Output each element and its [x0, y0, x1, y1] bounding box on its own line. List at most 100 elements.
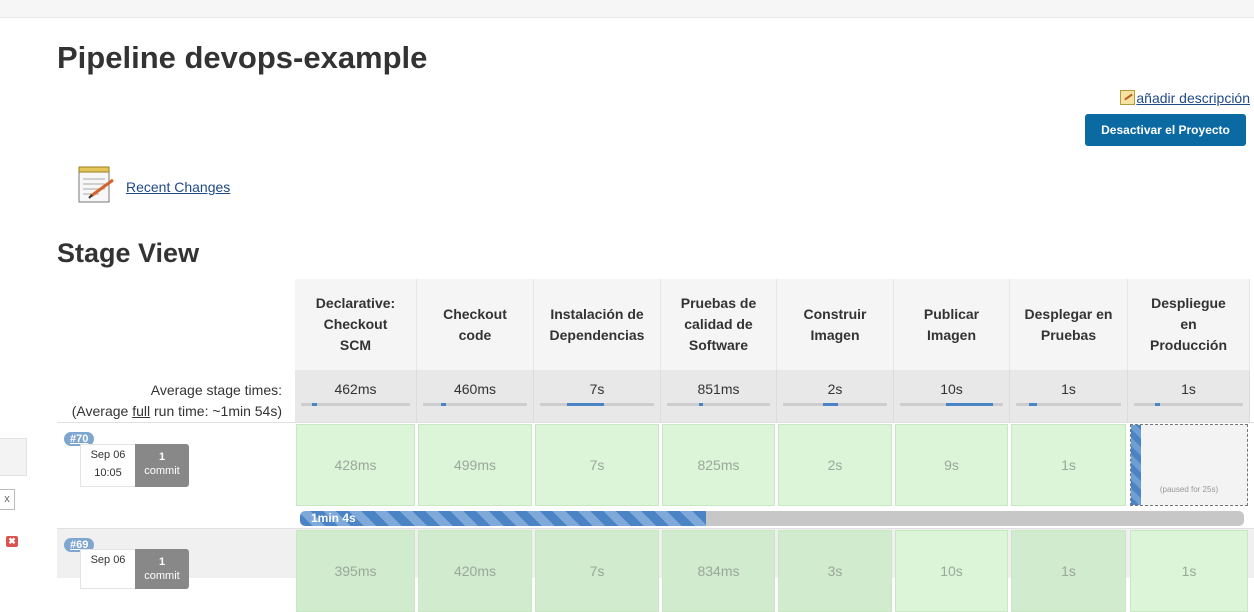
stage-cell[interactable]: 2s	[778, 424, 892, 506]
commit-count: 1	[158, 556, 166, 568]
stage-header-line: en	[1180, 316, 1197, 332]
average-stage-times-text: Average stage times:	[150, 382, 282, 398]
avg-time: 460ms	[453, 381, 497, 397]
avg-cell: 851ms	[661, 370, 777, 422]
avg-cell: 10s	[894, 370, 1010, 422]
notepad-icon	[78, 166, 114, 203]
side-panel-close-button[interactable]: x	[0, 489, 15, 510]
stage-cell[interactable]: 1s	[1130, 530, 1248, 612]
avg-cell: 1s	[1128, 370, 1250, 422]
stage-header-pruebas-calidad: Pruebas de calidad de Software	[661, 279, 777, 370]
side-panel-box	[0, 438, 27, 476]
avg-bar-fill	[1028, 403, 1037, 406]
stage-header-publicar-imagen: Publicar Imagen	[894, 279, 1010, 370]
average-full-runtime: (Average full run time: ~1min 54s)	[60, 401, 282, 422]
commit-box[interactable]: 1 commit	[135, 549, 189, 589]
average-stage-times-label: Average stage times: (Average full run t…	[60, 380, 282, 422]
stage-header-line: Declarative:	[315, 295, 396, 311]
build-date-box: Sep 06 10:05	[80, 444, 136, 487]
avg-bar-fill	[946, 403, 993, 406]
stage-cell[interactable]: 428ms	[296, 424, 415, 506]
build-date-box: Sep 06	[80, 549, 136, 589]
commit-count: 1	[158, 451, 166, 463]
average-full-suffix: run time: ~1min 54s)	[150, 403, 282, 419]
commit-box[interactable]: 1 commit	[135, 444, 189, 487]
avg-bar	[667, 403, 770, 406]
stage-cell[interactable]: 7s	[535, 530, 659, 612]
avg-time: 2s	[827, 381, 843, 397]
avg-cell: 7s	[534, 370, 661, 422]
stage-header-line: Producción	[1149, 337, 1227, 353]
avg-time: 1s	[1181, 381, 1196, 397]
stage-header-line: Despliegue	[1151, 295, 1226, 311]
stage-header-construir-imagen: Construir Imagen	[777, 279, 894, 370]
stage-header-line: code	[458, 326, 492, 343]
stage-header-declarative-checkout-scm: Declarative: Checkout SCM	[295, 279, 417, 370]
avg-time: 462ms	[334, 381, 377, 397]
stage-cell[interactable]: 395ms	[296, 530, 415, 612]
stage-header-desplegar-pruebas: Desplegar en Pruebas	[1010, 279, 1128, 370]
stage-cell[interactable]: 499ms	[418, 424, 532, 506]
stage-cell[interactable]: 3s	[778, 530, 892, 612]
avg-time: 7s	[589, 381, 605, 397]
stage-cell[interactable]: 10s	[895, 530, 1008, 612]
stage-cell[interactable]: 7s	[535, 424, 659, 506]
stage-cell-paused[interactable]: (paused for 25s)	[1130, 424, 1248, 506]
stage-cell[interactable]: 1s	[1011, 530, 1126, 612]
stage-cell[interactable]: 420ms	[418, 530, 532, 612]
build-date: Sep 06	[90, 449, 126, 461]
recent-changes-link[interactable]: Recent Changes	[126, 179, 230, 195]
avg-bar-fill	[311, 403, 318, 406]
top-bar	[0, 0, 1254, 18]
stage-header-line: Imagen	[810, 326, 860, 343]
avg-cell: 2s	[777, 370, 894, 422]
disable-project-button[interactable]: Desactivar el Proyecto	[1085, 114, 1246, 146]
avg-bar-fill	[1154, 403, 1161, 406]
stage-header-line: Construir	[803, 305, 867, 322]
avg-cell: 462ms	[295, 370, 417, 422]
avg-bar-fill	[567, 403, 604, 406]
avg-bar-fill	[698, 403, 704, 406]
stage-header-line: Imagen	[926, 326, 976, 343]
avg-cell: 1s	[1010, 370, 1128, 422]
edit-note-icon	[1120, 90, 1136, 105]
stage-header-line: Software	[688, 337, 749, 353]
stage-header-line: Publicar	[923, 305, 980, 322]
avg-time: 10s	[940, 381, 963, 397]
error-icon: ✖	[6, 536, 18, 547]
avg-bar-fill	[440, 403, 446, 406]
commit-label: commit	[144, 570, 180, 582]
average-full-prefix: (Average	[71, 403, 133, 419]
avg-bar-fill	[822, 403, 839, 406]
stage-header-line: SCM	[339, 337, 372, 353]
avg-bar	[900, 403, 1003, 406]
avg-time: 851ms	[697, 381, 740, 397]
avg-time: 1s	[1061, 381, 1076, 397]
build-time: 10:05	[94, 467, 122, 479]
add-description-link[interactable]: añadir descripción	[1136, 90, 1250, 106]
stage-cell[interactable]: 1s	[1011, 424, 1126, 506]
stage-header-line: Desplegar en	[1024, 305, 1113, 322]
avg-bar	[783, 403, 887, 406]
stage-header-line: Checkout	[443, 305, 507, 322]
stage-header-line: Dependencias	[549, 326, 645, 343]
avg-cell: 460ms	[417, 370, 534, 422]
stage-cell[interactable]: 825ms	[662, 424, 775, 506]
stage-cell[interactable]: 9s	[895, 424, 1008, 506]
stage-header-line: Pruebas de	[680, 295, 757, 311]
run-progress-fill	[300, 511, 706, 526]
avg-bar	[423, 403, 527, 406]
stage-header-instalacion-dependencias: Instalación de Dependencias	[534, 279, 661, 370]
stage-header-line: Pruebas	[1040, 326, 1097, 343]
stage-header-despliegue-produccion: Despliegue en Producción	[1128, 279, 1250, 370]
run-progress-bar: 1min 4s	[300, 511, 1244, 526]
page-title: Pipeline devops-example	[57, 40, 428, 75]
run-progress-label: 1min 4s	[311, 511, 356, 525]
average-full-link[interactable]: full	[132, 403, 150, 419]
avg-bar	[301, 403, 410, 406]
build-date: Sep 06	[90, 554, 126, 566]
stage-cell[interactable]: 834ms	[662, 530, 775, 612]
avg-bar	[540, 403, 654, 406]
stage-header-line: Instalación de	[550, 305, 644, 322]
avg-bar	[1016, 403, 1121, 406]
